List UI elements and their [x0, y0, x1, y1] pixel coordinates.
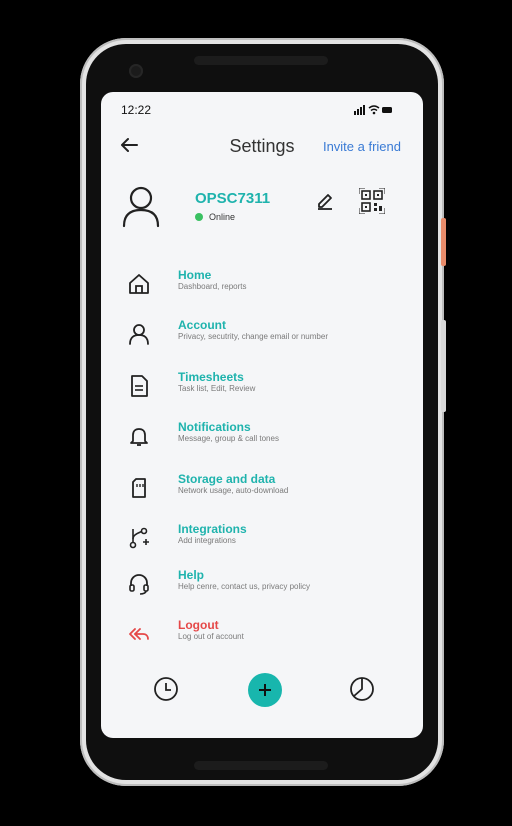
headset-icon	[129, 574, 149, 595]
menu-item-title: Help	[178, 568, 205, 582]
volume-button	[441, 320, 446, 412]
menu-item-subtitle: Network usage, auto-download	[178, 486, 289, 495]
signal-wifi-battery-icon	[354, 105, 392, 115]
bottom-speaker	[194, 761, 328, 770]
online-status: Online	[195, 212, 235, 222]
menu-item-title: Home	[178, 268, 212, 282]
menu-item-title: Timesheets	[178, 370, 244, 384]
invite-friend-link[interactable]: Invite a friend	[323, 139, 401, 154]
sd-card-icon	[132, 478, 146, 498]
menu-item-notifications[interactable]: Notifications Message, group & call tone…	[101, 416, 423, 456]
status-time: 12:22	[121, 103, 152, 117]
bottom-nav	[101, 666, 423, 710]
menu-item-title: Account	[178, 318, 226, 332]
menu-item-account[interactable]: Account Privacy, secutrity, change email…	[101, 314, 423, 354]
profile-section: OPSC7311 Online	[101, 182, 423, 242]
status-icons	[353, 103, 393, 121]
power-button	[441, 218, 446, 266]
pie-chart-icon[interactable]	[349, 676, 375, 702]
username: OPSC7311	[195, 190, 271, 207]
logout-icon	[129, 628, 149, 640]
avatar-icon[interactable]	[121, 184, 161, 228]
plus-icon	[259, 684, 271, 696]
menu-item-subtitle: Dashboard, reports	[178, 282, 247, 291]
menu-item-title: Integrations	[178, 522, 247, 536]
menu-item-home[interactable]: Home Dashboard, reports	[101, 264, 423, 304]
menu-item-title: Storage and data	[178, 472, 276, 486]
app-screen: 12:22 Settings Invite a friend OPSC7311 …	[101, 92, 423, 738]
clock-icon[interactable]	[153, 676, 179, 702]
menu-item-help[interactable]: Help Help cenre, contact us, privacy pol…	[101, 564, 423, 604]
online-dot	[195, 213, 203, 221]
menu-item-title: Notifications	[178, 420, 251, 434]
menu-item-storage[interactable]: Storage and data Network usage, auto-dow…	[101, 468, 423, 508]
document-icon	[131, 375, 148, 397]
menu-item-subtitle: Log out of account	[178, 632, 244, 641]
menu-item-logout[interactable]: Logout Log out of account	[101, 614, 423, 654]
menu-item-timesheets[interactable]: Timesheets Task list, Edit, Review	[101, 366, 423, 406]
menu-item-title: Logout	[178, 618, 219, 632]
front-camera	[129, 64, 143, 78]
git-branch-icon	[129, 527, 149, 549]
menu-item-integrations[interactable]: Integrations Add integrations	[101, 518, 423, 558]
user-icon	[129, 324, 149, 345]
title-row: Settings Invite a friend	[101, 130, 423, 160]
home-icon	[129, 274, 149, 294]
menu-item-subtitle: Task list, Edit, Review	[178, 384, 256, 393]
menu-item-subtitle: Help cenre, contact us, privacy policy	[178, 582, 311, 591]
earpiece-speaker	[194, 56, 328, 65]
menu-item-subtitle: Message, group & call tones	[178, 434, 279, 443]
menu-item-subtitle: Add integrations	[178, 536, 236, 545]
bell-icon	[130, 428, 148, 446]
status-label: Online	[209, 212, 236, 222]
menu-item-subtitle: Privacy, secutrity, change email or numb…	[178, 332, 328, 341]
add-button[interactable]	[248, 673, 282, 707]
edit-icon[interactable]	[315, 190, 335, 210]
qr-code-icon[interactable]	[359, 188, 385, 214]
status-bar: 12:22	[101, 92, 423, 122]
